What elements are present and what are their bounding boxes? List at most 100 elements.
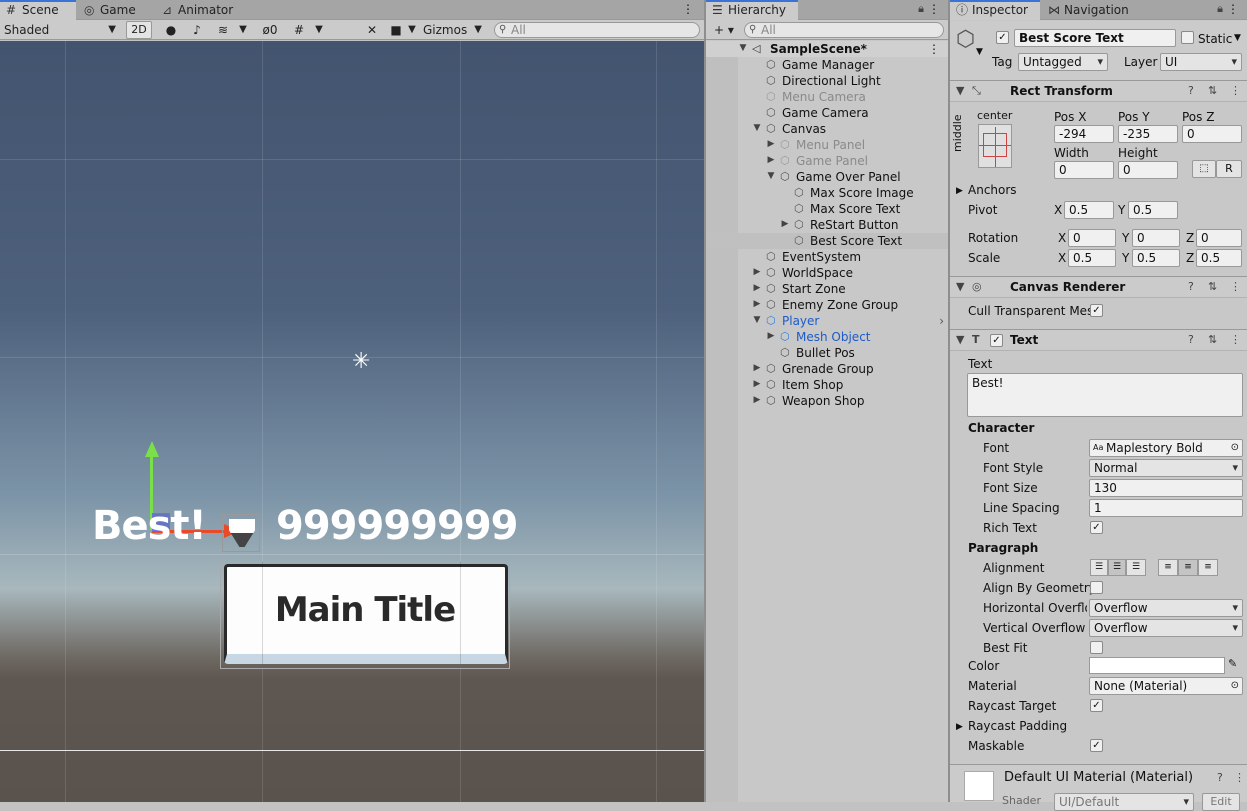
add-object-button[interactable]: + ▾ (710, 21, 738, 39)
effects-icon[interactable]: ≋ (212, 21, 234, 39)
best-score-text[interactable]: Best! (92, 503, 207, 549)
pivot-y-input[interactable]: 0.5 (1128, 201, 1178, 219)
posy-input[interactable]: -235 (1118, 125, 1178, 143)
align-middle-button[interactable]: ≡ (1178, 559, 1198, 576)
preset-icon[interactable]: ⇅ (1208, 333, 1217, 346)
help-icon[interactable]: ? (1188, 333, 1194, 346)
hierarchy-row[interactable]: ▶ ⬡ Grenade Group (706, 361, 948, 377)
hierarchy-row[interactable]: ▼ ⬡ Game Over Panel (706, 169, 948, 185)
camera-icon[interactable]: ■ (386, 21, 406, 39)
expand-arrow-icon[interactable]: ▼ (738, 43, 748, 53)
object-picker-icon[interactable]: ⊙ (1231, 678, 1239, 694)
collapse-arrow-icon[interactable]: ▶ (766, 155, 776, 165)
font-style-dropdown[interactable]: Normal (1089, 459, 1243, 477)
shader-dropdown[interactable]: UI/Default (1054, 793, 1194, 811)
tools-icon[interactable]: ✕ (362, 21, 382, 39)
max-score-image-icon[interactable] (222, 514, 260, 552)
scale-z-input[interactable]: 0.5 (1196, 249, 1242, 267)
hierarchy-row[interactable]: ▶ ⬡ Item Shop (706, 377, 948, 393)
tab-inspector[interactable]: ⓘ Inspector (950, 0, 1040, 20)
vertical-overflow-dropdown[interactable]: Overflow (1089, 619, 1243, 637)
hierarchy-row[interactable]: ⬡ Bullet Pos (706, 345, 948, 361)
anchors-foldout-icon[interactable]: ▶ (956, 183, 963, 199)
more-menu-icon[interactable]: ⋮ (682, 2, 694, 16)
eyedropper-icon[interactable]: ✎ (1228, 657, 1237, 670)
preset-icon[interactable]: ⇅ (1208, 280, 1217, 293)
component-menu-icon[interactable]: ⋮ (1234, 771, 1245, 784)
best-fit-checkbox[interactable] (1090, 641, 1103, 654)
audio-icon[interactable]: ♪ (186, 21, 208, 39)
preset-icon[interactable]: ⇅ (1208, 84, 1217, 97)
max-score-text[interactable]: 999999999 (276, 503, 518, 549)
hierarchy-row[interactable]: ⬡ EventSystem (706, 249, 948, 265)
font-field[interactable]: Aa Maplestory Bold ⊙ (1089, 439, 1243, 457)
hierarchy-row[interactable]: ⬡ Game Camera (706, 105, 948, 121)
pivot-x-input[interactable]: 0.5 (1064, 201, 1114, 219)
raw-edit-button[interactable]: R (1216, 160, 1242, 178)
width-input[interactable]: 0 (1054, 161, 1114, 179)
hierarchy-row[interactable]: ▶ ⬡ ReStart Button (706, 217, 948, 233)
align-by-geometry-checkbox[interactable] (1090, 581, 1103, 594)
align-bottom-button[interactable]: ≡ (1198, 559, 1218, 576)
layer-dropdown[interactable]: UI (1160, 53, 1242, 71)
gameobject-cube-icon[interactable]: ⬡ (956, 27, 975, 52)
canvas-renderer-header[interactable]: ▼ ◎ Canvas Renderer ? ⇅ ⋮ (950, 276, 1247, 298)
expand-arrow-icon[interactable]: ▼ (752, 315, 762, 325)
text-enabled-checkbox[interactable]: ✓ (990, 334, 1003, 347)
font-size-input[interactable]: 130 (1089, 479, 1243, 497)
tab-game[interactable]: ◎ Game (78, 0, 154, 20)
component-menu-icon[interactable]: ⋮ (1230, 84, 1241, 97)
shading-dropdown[interactable]: Shaded ▼ (0, 21, 120, 39)
cull-transparent-checkbox[interactable]: ✓ (1090, 304, 1103, 317)
raycast-padding-foldout-icon[interactable]: ▶ (956, 719, 963, 735)
collapse-arrow-icon[interactable]: ▶ (752, 267, 762, 277)
expand-arrow-icon[interactable]: ▼ (766, 171, 776, 181)
maskable-checkbox[interactable]: ✓ (1090, 739, 1103, 752)
scene-root-row[interactable]: ▼ ◁ SampleScene* ⋮ (706, 41, 948, 57)
text-value-area[interactable]: Best! (967, 373, 1243, 417)
active-checkbox[interactable]: ✓ (996, 31, 1009, 44)
align-top-button[interactable]: ≡ (1158, 559, 1178, 576)
hierarchy-row[interactable]: ▶ ⬡ Enemy Zone Group (706, 297, 948, 313)
raycast-padding-label[interactable]: Raycast Padding (968, 718, 1067, 734)
anchor-preset-button[interactable] (978, 124, 1012, 168)
align-right-button[interactable]: ☰ (1126, 559, 1146, 576)
lighting-icon[interactable]: ● (160, 21, 182, 39)
scale-y-input[interactable]: 0.5 (1132, 249, 1180, 267)
more-menu-icon[interactable]: ⋮ (928, 2, 940, 16)
hierarchy-row[interactable]: ▼ ⬡ Canvas (706, 121, 948, 137)
collapse-arrow-icon[interactable]: ▶ (752, 379, 762, 389)
hierarchy-row[interactable]: ⬡ Game Manager (706, 57, 948, 73)
posz-input[interactable]: 0 (1182, 125, 1242, 143)
expand-arrow-icon[interactable]: ▼ (956, 280, 964, 293)
horizontal-overflow-dropdown[interactable]: Overflow (1089, 599, 1243, 617)
tab-scene[interactable]: # Scene (0, 0, 76, 20)
hierarchy-row[interactable]: ▼ ⬡ Player › (706, 313, 948, 329)
restart-button[interactable]: Main Title (220, 561, 510, 669)
prefab-open-icon[interactable]: › (939, 313, 944, 329)
gizmos-button[interactable]: Gizmos ▼ (420, 21, 486, 39)
collapse-arrow-icon[interactable]: ▶ (780, 219, 790, 229)
collapse-arrow-icon[interactable]: ▶ (752, 283, 762, 293)
expand-arrow-icon[interactable]: ▼ (956, 84, 964, 97)
chevron-down-icon[interactable]: ▼ (1234, 33, 1241, 43)
align-left-button[interactable]: ☰ (1090, 559, 1108, 576)
expand-arrow-icon[interactable]: ▼ (752, 123, 762, 133)
lock-icon[interactable]: 🔒︎ (1217, 2, 1223, 16)
help-icon[interactable]: ? (1188, 280, 1194, 293)
component-menu-icon[interactable]: ⋮ (1230, 333, 1241, 346)
lock-icon[interactable]: 🔒︎ (918, 2, 924, 16)
rotation-z-input[interactable]: 0 (1196, 229, 1242, 247)
static-checkbox[interactable] (1181, 31, 1194, 44)
hierarchy-search-input[interactable]: ⚲ All (744, 22, 944, 38)
scale-x-input[interactable]: 0.5 (1068, 249, 1116, 267)
more-menu-icon[interactable]: ⋮ (1227, 2, 1239, 16)
rotation-x-input[interactable]: 0 (1068, 229, 1116, 247)
scene-viewport[interactable]: ✳ Best! 999999999 Main Title (0, 41, 704, 802)
camera-dropdown-icon[interactable]: ▼ (406, 21, 418, 39)
hierarchy-row[interactable]: ⬡ Directional Light (706, 73, 948, 89)
object-name-input[interactable]: Best Score Text (1014, 29, 1176, 47)
hierarchy-row[interactable]: ▶ ⬡ Start Zone (706, 281, 948, 297)
hierarchy-row[interactable]: ⬡ Best Score Text (706, 233, 948, 249)
text-component-header[interactable]: ▼ T ✓ Text ? ⇅ ⋮ (950, 329, 1247, 351)
